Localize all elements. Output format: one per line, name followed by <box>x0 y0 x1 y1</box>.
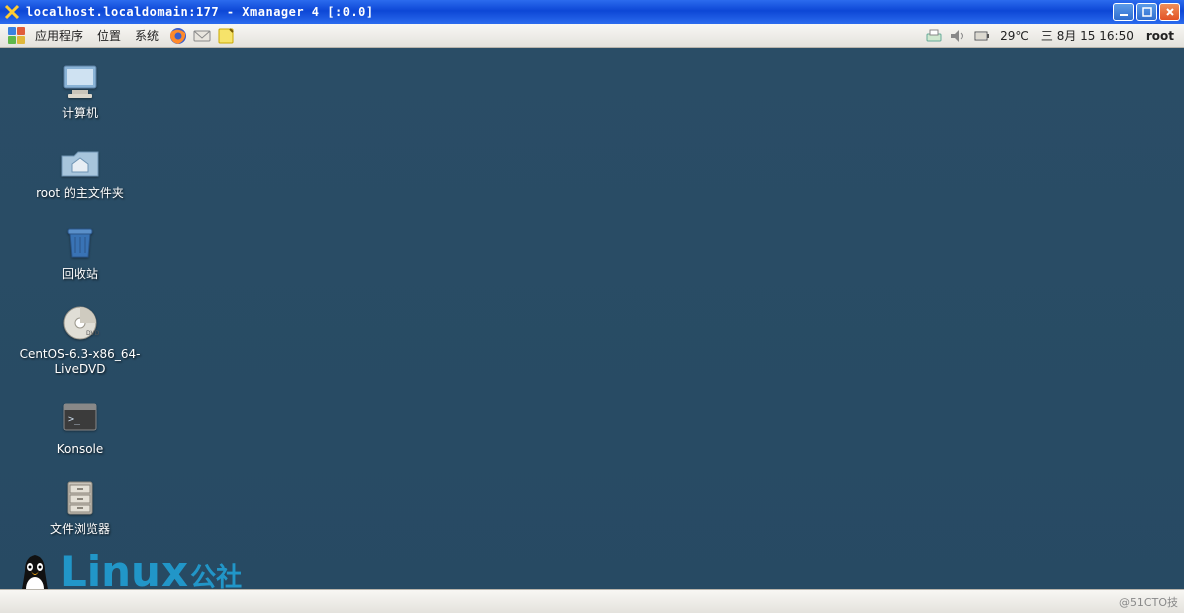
desktop-icon-label: root 的主文件夹 <box>36 186 124 200</box>
applications-menu[interactable]: 应用程序 <box>28 27 90 44</box>
desktop-icon-label: 回收站 <box>62 267 98 281</box>
desktop-icon-computer[interactable]: 计算机 <box>10 62 150 120</box>
printer-icon[interactable] <box>924 26 944 46</box>
xmanager-icon <box>4 4 20 20</box>
watermark-title: Linux公社 <box>60 551 246 593</box>
desktop-icon-filebrowser[interactable]: 文件浏览器 <box>10 478 150 536</box>
desktop-icon-label: Konsole <box>57 442 104 456</box>
places-menu[interactable]: 位置 <box>90 27 128 44</box>
window-controls <box>1113 3 1180 21</box>
volume-icon[interactable] <box>948 26 968 46</box>
window-titlebar: localhost.localdomain:177 - Xmanager 4 [… <box>0 0 1184 24</box>
file-cabinet-icon <box>58 478 102 518</box>
computer-icon <box>58 62 102 102</box>
desktop-icon-label: 计算机 <box>62 106 98 120</box>
desktop-icon-label: 文件浏览器 <box>50 522 110 536</box>
notes-icon[interactable] <box>216 26 236 46</box>
close-button[interactable] <box>1159 3 1180 21</box>
system-menu[interactable]: 系统 <box>128 27 166 44</box>
mail-icon[interactable] <box>192 26 212 46</box>
window-title: localhost.localdomain:177 - Xmanager 4 [… <box>26 5 1113 19</box>
home-folder-icon <box>58 142 102 182</box>
desktop-icon-dvd[interactable]: DVD CentOS-6.3-x86_64- LiveDVD <box>10 303 150 376</box>
firefox-icon[interactable] <box>168 26 188 46</box>
desktop[interactable]: 计算机 root 的主文件夹 回收站 <box>0 48 1184 613</box>
terminal-icon: >_ <box>58 398 102 438</box>
desktop-icon-home[interactable]: root 的主文件夹 <box>10 142 150 200</box>
desktop-icon-trash[interactable]: 回收站 <box>10 223 150 281</box>
svg-text:>_: >_ <box>68 414 81 425</box>
bottom-panel: @51CTO技 <box>0 589 1184 613</box>
clock[interactable]: 三 8月 15 16:50 <box>1035 27 1140 44</box>
temperature-indicator[interactable]: 29℃ <box>994 29 1035 43</box>
trash-icon <box>58 223 102 263</box>
minimize-button[interactable] <box>1113 3 1134 21</box>
desktop-icons: 计算机 root 的主文件夹 回收站 <box>10 62 150 537</box>
top-panel: 应用程序 位置 系统 29℃ 三 8月 15 16:50 root <box>0 24 1184 48</box>
user-menu[interactable]: root <box>1140 29 1180 43</box>
dvd-icon: DVD <box>58 303 102 343</box>
svg-text:DVD: DVD <box>86 330 100 337</box>
applications-menu-icon[interactable] <box>6 26 26 46</box>
desktop-icon-label: CentOS-6.3-x86_64- LiveDVD <box>20 347 141 376</box>
desktop-icon-konsole[interactable]: >_ Konsole <box>10 398 150 456</box>
battery-icon[interactable] <box>972 26 992 46</box>
bottom-panel-text: @51CTO技 <box>1119 594 1178 610</box>
maximize-button[interactable] <box>1136 3 1157 21</box>
